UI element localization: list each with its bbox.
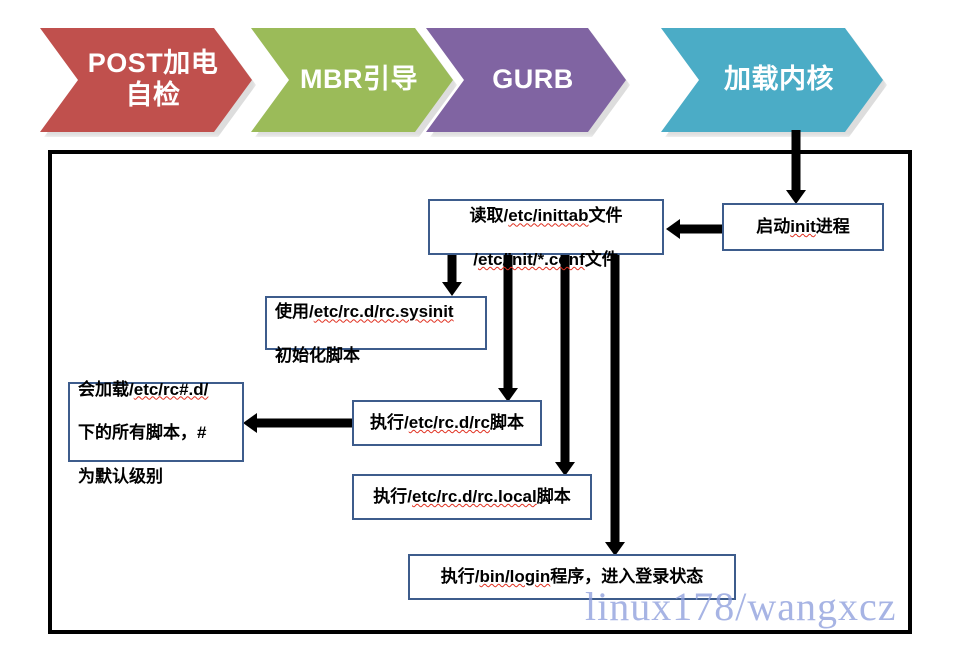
path-token: etc/init/*.conf bbox=[478, 249, 585, 269]
arrow-inittab-to-exec-rc-local bbox=[554, 254, 576, 476]
path-token: bin/login bbox=[479, 567, 551, 587]
box-rc-sysinit[interactable]: 使用/etc/rc.d/rc.sysinit 初始化脚本 bbox=[265, 296, 487, 365]
box-exec-rc-local-script[interactable]: 执行/etc/rc.d/rc.local脚本 bbox=[352, 474, 592, 520]
box-read-inittab[interactable]: 读取/etc/inittab文件 /etc/init/*.conf文件 bbox=[428, 199, 664, 269]
box-label: 执行/etc/rc.d/rc脚本 bbox=[370, 413, 524, 433]
box-label-line1: 会加载/etc/rc#.d/ bbox=[78, 379, 209, 399]
box-label-line2: 下的所有脚本，# bbox=[78, 423, 207, 442]
diagram-canvas: POST加电 自检 MBR引导 GURB 加载内核 启动init进程 读取/et… bbox=[0, 0, 956, 664]
path-token: etc/rc.d/rc bbox=[408, 413, 490, 433]
watermark: linux178/wangxcz bbox=[585, 584, 897, 629]
box-label: 启动init进程 bbox=[756, 217, 850, 237]
banner-step-grub[interactable]: GURB bbox=[426, 28, 626, 132]
arrow-init-to-inittab bbox=[666, 218, 728, 240]
path-token: etc/rc.d/rc.sysinit bbox=[313, 302, 454, 322]
box-rc-run-levels[interactable]: 会加载/etc/rc#.d/ 下的所有脚本，# 为默认级别 bbox=[68, 379, 244, 486]
box-label-line1: 使用/etc/rc.d/rc.sysinit bbox=[275, 302, 454, 322]
banner-step-label: MBR引导 bbox=[300, 64, 418, 95]
arrow-exec-rc-to-rc-levels bbox=[243, 412, 355, 434]
path-token: etc/rc.d/rc.local bbox=[412, 487, 537, 507]
path-token: init bbox=[790, 217, 816, 237]
path-token: etc/inittab bbox=[508, 206, 589, 226]
arrow-kernel-to-init bbox=[785, 130, 807, 204]
box-exec-rc-script[interactable]: 执行/etc/rc.d/rc脚本 bbox=[352, 400, 542, 446]
box-label-line3: 为默认级别 bbox=[78, 466, 163, 486]
arrow-inittab-to-exec-login bbox=[604, 254, 626, 556]
arrow-inittab-to-exec-rc bbox=[497, 254, 519, 402]
box-label-line2: /etc/init/*.conf文件 bbox=[473, 249, 619, 269]
box-start-init-process[interactable]: 启动init进程 bbox=[722, 203, 884, 251]
banner-step-load-kernel[interactable]: 加载内核 bbox=[661, 28, 883, 132]
banner-step-label: 加载内核 bbox=[724, 64, 834, 95]
box-label-line1: 读取/etc/inittab文件 bbox=[469, 206, 623, 226]
banner-step-mbr-boot[interactable]: MBR引导 bbox=[251, 28, 453, 132]
path-token: etc/rc#.d/ bbox=[133, 379, 209, 399]
box-label-line2: 初始化脚本 bbox=[275, 345, 360, 365]
banner-step-post-power-on-self-test[interactable]: POST加电 自检 bbox=[40, 28, 252, 132]
box-label: 执行/etc/rc.d/rc.local脚本 bbox=[373, 487, 571, 507]
banner-step-label: POST加电 自检 bbox=[87, 48, 219, 110]
banner-step-label: GURB bbox=[492, 64, 574, 95]
